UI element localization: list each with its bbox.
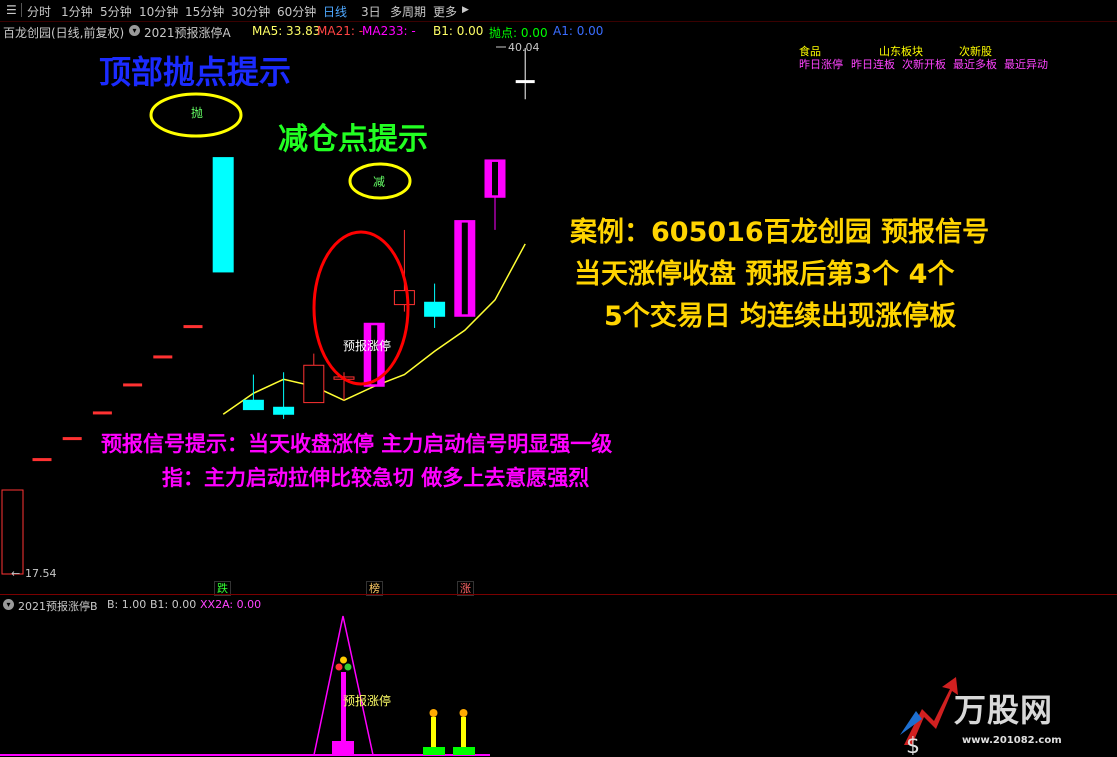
sub-b1-value: B1: 0.00 (150, 598, 197, 611)
candle (32, 458, 52, 462)
tag-yesterday-consecutive[interactable]: 昨日连板 (851, 56, 895, 72)
forecast-label: 预报涨停 (343, 339, 392, 353)
tab-60min[interactable]: 60分钟 (277, 3, 316, 20)
candle-body (123, 383, 143, 387)
tab-5min[interactable]: 5分钟 (100, 3, 132, 20)
watermark-url: www.201082.com (962, 735, 1062, 746)
case-line-1: 案例：605016百龙创园 预报信号 (570, 217, 990, 248)
candle (393, 229, 415, 312)
tab-fenshi[interactable]: 分时 (27, 3, 51, 20)
tag-new-open[interactable]: 次新开板 (902, 56, 946, 72)
note-line-2: 指：主力启动拉伸比较急切 做多上去意愿强烈 (162, 466, 590, 490)
sell-mark: 抛 (191, 106, 204, 120)
sub-forecast-label: 预报涨停 (343, 694, 392, 708)
tab-10min[interactable]: 10分钟 (139, 3, 178, 20)
candle (62, 437, 82, 441)
tab-15min[interactable]: 15分钟 (185, 3, 224, 20)
candle-body (92, 411, 112, 415)
tab-30min[interactable]: 30分钟 (231, 3, 270, 20)
candle (424, 283, 446, 328)
sub-b-value: B: 1.00 (107, 598, 147, 611)
note-line-1: 预报信号提示：当天收盘涨停 主力启动信号明显强一级 (101, 432, 613, 456)
tag-recent-abnormal[interactable]: 最近异动 (1004, 56, 1048, 72)
a1-value: A1: 0.00 (553, 24, 604, 38)
candle (153, 355, 173, 359)
low-price-label: 17.54 (25, 567, 57, 580)
signal-ball-red-icon (335, 663, 343, 671)
candle (123, 383, 143, 387)
candle-body (242, 399, 264, 411)
main-legend: 百龙创园(日线,前复权) ▾ 2021预报涨停A MA5: 33.83 MA21… (0, 22, 1117, 41)
limit-signal-base-1 (423, 747, 445, 755)
tag-recent-multi[interactable]: 最近多板 (953, 56, 997, 72)
candle-body (393, 290, 415, 306)
toolbar-menu-icon[interactable]: ☰ (6, 3, 17, 17)
limit-signal-base-2 (453, 747, 475, 755)
reduce-mark: 减 (373, 175, 386, 189)
period-toolbar: ☰ 分时 1分钟 5分钟 10分钟 15分钟 30分钟 60分钟 日线 3日 多… (0, 0, 1117, 22)
candle (273, 372, 295, 419)
b1-value: B1: 0.00 (433, 24, 484, 38)
candle (303, 353, 325, 404)
candle-body (273, 406, 295, 415)
candle-body (212, 157, 234, 273)
candle-body (183, 325, 203, 329)
indicator-name[interactable]: 2021预报涨停A (144, 24, 231, 41)
left-volume-box (1, 489, 24, 575)
tab-more[interactable]: 更多 (433, 3, 457, 20)
candles (32, 47, 535, 462)
tab-1min[interactable]: 1分钟 (61, 3, 93, 20)
ma5-value: MA5: 33.83 (252, 24, 321, 38)
candle-body (424, 301, 446, 317)
candle (333, 372, 355, 401)
candle (454, 220, 476, 317)
candle (484, 159, 506, 230)
watermark-logo-icon: $ (900, 677, 958, 755)
candle-body (515, 80, 535, 84)
tag-yesterday-limit[interactable]: 昨日涨停 (799, 56, 843, 72)
forecast-signal-base (332, 741, 354, 755)
candle-body (303, 364, 325, 404)
candle-body-hole (492, 161, 498, 196)
sub-xx2a-value: XX2A: 0.00 (200, 598, 262, 611)
candle (183, 325, 203, 329)
low-price-arrow-icon: ← (11, 567, 21, 580)
tab-multi-period[interactable]: 多周期 (390, 3, 426, 20)
candle (242, 374, 264, 411)
candle (92, 411, 112, 415)
candle-body (32, 458, 52, 462)
watermark: $ 万股网 www.201082.com (892, 675, 1097, 755)
candle (515, 47, 535, 100)
stock-title: 百龙创园(日线,前复权) (3, 26, 125, 40)
reduce-title: 减仓点提示 (278, 122, 428, 157)
signal-ball-yellow-icon (340, 656, 347, 664)
indicator-dropdown-icon[interactable]: ▾ (129, 25, 140, 36)
candle-body (153, 355, 173, 359)
high-price-label: 40.04 (508, 41, 540, 54)
limit-signal-bar-1 (431, 717, 436, 747)
toolbar-separator (21, 3, 22, 17)
limit-ball-2-icon (459, 709, 468, 717)
svg-text:$: $ (906, 734, 920, 755)
forecast-circle (312, 230, 410, 386)
signal-ball-green-icon (344, 663, 352, 671)
limit-signal-bar-2 (461, 717, 466, 747)
paodian-value: 抛点: 0.00 (489, 26, 548, 40)
candle-body-hole (461, 222, 468, 315)
watermark-brand: 万股网 (954, 691, 1054, 729)
tab-3day[interactable]: 3日 (361, 3, 381, 20)
candle-body (62, 437, 82, 441)
sub-indicator-dropdown-icon[interactable]: ▾ (3, 599, 14, 610)
pane-divider[interactable] (0, 594, 1117, 595)
case-line-2: 当天涨停收盘 预报后第3个 4个 (574, 259, 955, 290)
ma233-value: MA233: - (362, 24, 416, 38)
limit-ball-1-icon (429, 709, 438, 717)
top-sell-title: 顶部抛点提示 (99, 53, 292, 91)
ma21-value: MA21: - (317, 24, 364, 38)
tab-daily[interactable]: 日线 (323, 3, 347, 20)
candle (212, 157, 234, 273)
case-line-3: 5个交易日 均连续出现涨停板 (604, 301, 957, 332)
more-arrow-icon[interactable]: ▶ (462, 5, 469, 15)
candle-body-hole (371, 325, 378, 385)
